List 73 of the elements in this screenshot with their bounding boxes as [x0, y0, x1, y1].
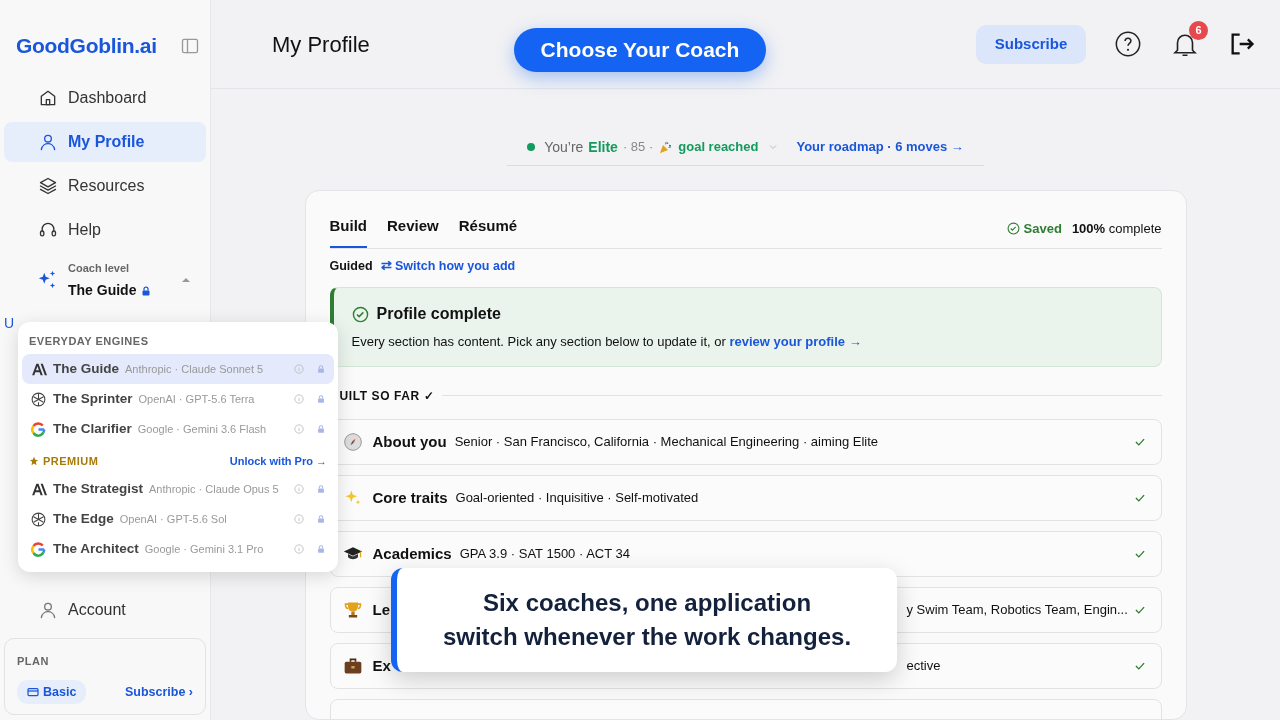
star-icon [29, 456, 39, 466]
check-circle-icon [351, 305, 369, 323]
alert-text: Every section has content. Pick any section below to update it, or [351, 334, 726, 350]
section-summary: GPA 3.9 · SAT 1500 · ACT 34 [459, 545, 630, 563]
review-profile-link[interactable]: review your profile → [729, 334, 862, 350]
sidebar-item[interactable]: Help [4, 209, 206, 250]
sidebar-item[interactable]: My Profile [4, 121, 206, 162]
section-title: About you [372, 431, 447, 452]
page-title: My Profile [272, 30, 370, 59]
notification-count-badge: 6 [1189, 21, 1208, 40]
switch-mode-link[interactable]: ⇄ Switch how you add [380, 256, 516, 276]
section-summary: ective [906, 657, 941, 675]
subscribe-button[interactable]: Subscribe [976, 24, 1086, 64]
score-text: · 85 · [622, 138, 654, 157]
subscribe-link[interactable]: Subscribe › [124, 682, 193, 702]
info-icon [294, 544, 304, 554]
section-title: Academics [372, 543, 452, 564]
section-summary: Senior · San Francisco, California · Mechanical Engineering · aiming Elite [454, 433, 879, 451]
compass-icon [342, 431, 363, 452]
lock-icon [316, 364, 326, 374]
saved-status: Saved [1023, 220, 1062, 238]
party-popper-icon [658, 139, 674, 155]
info-icon [294, 514, 304, 524]
status-text: You’re [544, 137, 584, 157]
lock-icon [316, 544, 326, 554]
layers-icon [38, 175, 58, 196]
logo[interactable]: GoodGoblin.ai [16, 30, 157, 62]
lock-icon [316, 424, 326, 434]
info-icon [294, 424, 304, 434]
status-dot [527, 143, 536, 151]
info-icon [294, 364, 304, 374]
group-heading: PREMIUM [43, 453, 99, 469]
sidebar-item[interactable]: Resources [4, 165, 206, 206]
coach-level-label: Coach level [68, 260, 131, 276]
google-logo-icon [30, 540, 47, 558]
sidebar-item[interactable]: Account [4, 590, 206, 630]
coach-option[interactable]: The Sprinter OpenAI · GPT-5.6 Terra [22, 384, 334, 414]
tab[interactable]: Build [329, 215, 367, 248]
mode-label: Guided [329, 257, 373, 275]
choose-coach-button[interactable]: Choose Your Coach [514, 28, 766, 72]
section-heading: UILT SO FAR ✓ [339, 387, 435, 405]
tab[interactable]: Résumé [458, 215, 518, 248]
user-icon [38, 600, 58, 620]
section-title: Core traits [372, 487, 448, 508]
coach-level-value: The Guide [68, 281, 137, 300]
section-title: Ex [372, 655, 391, 676]
section-summary: Goal-oriented · Inquisitive · Self-motivated [455, 489, 699, 507]
plan-badge: Basic [17, 679, 87, 705]
lock-icon [316, 484, 326, 494]
coach-option[interactable]: The Guide Anthropic · Claude Sonnet 5 [22, 354, 334, 384]
section-summary: y Swim Team, Robotics Team, Engin... [906, 601, 1128, 619]
completion-text: 100% complete [1071, 220, 1162, 238]
plan-label: PLAN [17, 654, 50, 669]
lock-icon [140, 284, 153, 297]
check-circle-icon [1006, 222, 1020, 236]
info-icon [294, 484, 304, 494]
group-heading: EVERYDAY ENGINES [29, 333, 149, 349]
help-icon [1114, 30, 1142, 58]
coach-level-selector[interactable]: Coach level The Guide [0, 253, 210, 301]
lock-icon [316, 394, 326, 404]
caption-text: Six coaches, one application switch whenever the work changes. [442, 588, 852, 652]
info-icon [294, 394, 304, 404]
alert-title: Profile complete [376, 304, 501, 325]
section-title: Le [372, 599, 390, 620]
lock-icon [316, 514, 326, 524]
google-logo-icon [30, 420, 47, 438]
tab[interactable]: Review [387, 215, 439, 248]
roadmap-link[interactable]: Your roadmap · 6 moves → [796, 137, 964, 157]
unlock-pro-link[interactable]: Unlock with Pro → [229, 452, 327, 470]
sidebar-item[interactable]: Dashboard [4, 77, 206, 118]
tier-label: Elite [588, 137, 618, 157]
card-icon [27, 685, 39, 698]
goal-status: goal reached [678, 138, 759, 157]
